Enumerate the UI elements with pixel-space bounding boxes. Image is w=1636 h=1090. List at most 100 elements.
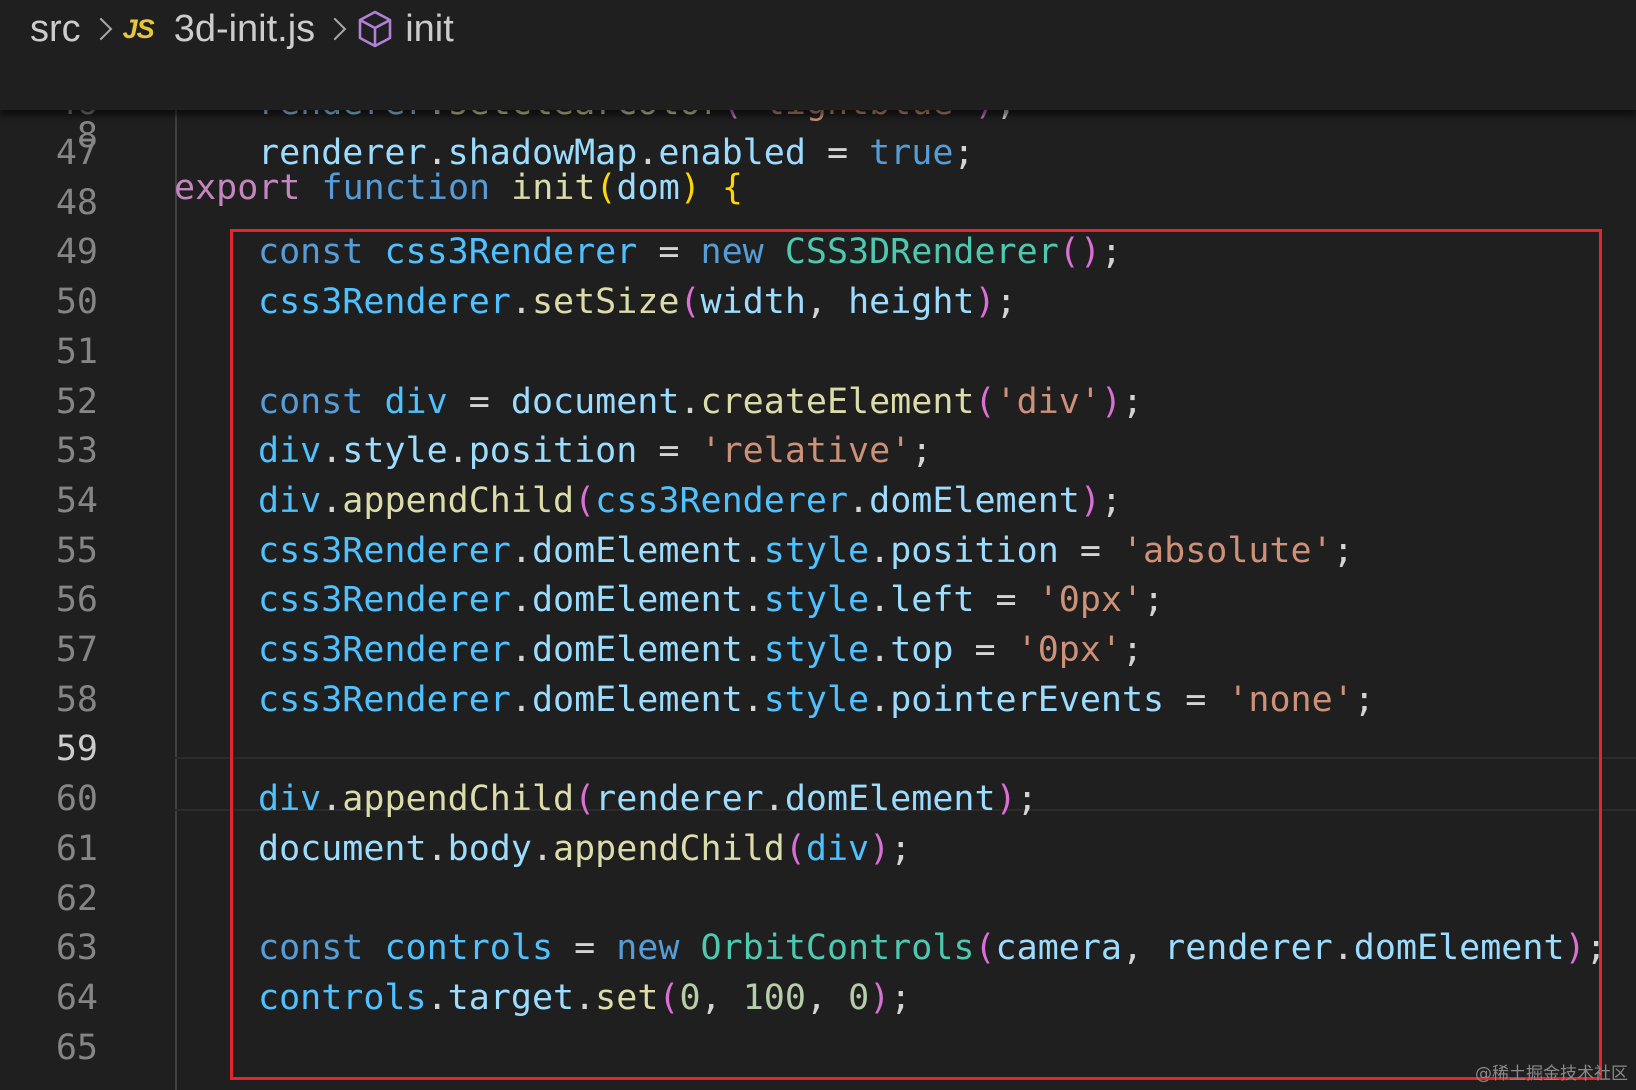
code-token: controls (384, 928, 554, 969)
code-line[interactable]: 60 div.appendChild(renderer.domElement); (0, 773, 1636, 825)
code-token: const (258, 381, 364, 422)
code-token: style (763, 679, 870, 720)
code-token: ) (1564, 928, 1586, 969)
code-token: position (890, 530, 1059, 571)
code-token: dom (616, 168, 680, 208)
code-token: style (763, 580, 870, 621)
code-token: position (468, 431, 638, 472)
code-token: = (953, 630, 1017, 670)
code-token: true (869, 133, 954, 173)
line-code: css3Renderer.domElement.style.top = '0px… (258, 624, 1143, 676)
code-token: left (890, 580, 975, 621)
code-line[interactable]: 59 (0, 723, 1636, 775)
code-token: ; (1353, 679, 1375, 720)
line-number: 65 (55, 1027, 98, 1068)
sticky-scroll-header[interactable]: 8 export function init(dom) { (0, 58, 1636, 208)
code-token: . (510, 580, 532, 621)
code-token: = (637, 232, 701, 273)
code-token: ( (784, 828, 806, 869)
code-token: ) (1100, 381, 1122, 422)
line-number: 57 (55, 630, 98, 670)
code-line[interactable]: 52 const div = document.createElement('di… (0, 376, 1636, 428)
code-token: ; (1143, 580, 1165, 621)
line-code: const controls = new OrbitControls(camer… (258, 922, 1607, 974)
code-line[interactable]: 64 controls.target.set(0, 100, 0); (0, 972, 1636, 1024)
code-line[interactable]: 57 css3Renderer.domElement.style.top = '0… (0, 624, 1636, 676)
code-token: ; (1016, 779, 1038, 820)
code-line[interactable]: 50 css3Renderer.setSize(width, height); (0, 276, 1636, 328)
code-token: ) (995, 779, 1017, 820)
code-line[interactable]: 56 css3Renderer.domElement.style.left = '… (0, 574, 1636, 626)
code-line[interactable]: 53 div.style.position = 'relative'; (0, 425, 1636, 477)
sticky-line[interactable]: 8 export function init(dom) { (0, 58, 1636, 208)
code-token: ( (574, 480, 596, 521)
line-number: 56 (55, 580, 98, 621)
code-token: style (763, 530, 870, 571)
line-number: 52 (55, 381, 98, 422)
code-token: width (700, 282, 806, 323)
breadcrumb-file-label: 3d-init.js (173, 7, 316, 50)
code-token: () (1058, 232, 1101, 273)
code-token: = (974, 580, 1038, 621)
breadcrumb: src JS 3d-init.js init (0, 0, 1636, 58)
code-token: ) (869, 977, 891, 1018)
code-line[interactable]: 49 const css3Renderer = new CSS3DRenderer… (0, 226, 1636, 278)
line-number: 8 (76, 116, 98, 156)
code-token: ) (1079, 480, 1101, 521)
code-token: css3Renderer (258, 530, 511, 571)
code-token: target (447, 977, 575, 1018)
javascript-file-icon: JS (122, 13, 155, 44)
line-number: 53 (55, 431, 98, 472)
code-line[interactable]: 63 const controls = new OrbitControls(cam… (0, 922, 1636, 974)
code-token: new (700, 232, 764, 273)
code-token: css3Renderer (384, 232, 638, 273)
code-token: domElement (869, 480, 1080, 521)
code-token: renderer (1164, 928, 1333, 969)
breadcrumb-folder[interactable]: src (30, 8, 81, 51)
code-token: set (595, 977, 659, 1018)
line-code: export function init(dom) { (174, 162, 743, 214)
line-number: 59 (55, 729, 98, 770)
line-code: controls.target.set(0, 100, 0); (258, 972, 911, 1024)
code-token: export (174, 168, 301, 208)
code-token: . (574, 977, 596, 1018)
code-token: ( (679, 282, 701, 323)
breadcrumb-file[interactable]: JS 3d-init.js (123, 8, 316, 51)
code-token: setSize (531, 282, 680, 323)
code-line[interactable]: 62 (0, 873, 1636, 925)
code-line[interactable]: 65 (0, 1022, 1636, 1074)
code-token: style (342, 431, 448, 472)
code-token: 'relative' (700, 431, 912, 472)
code-line[interactable]: 54 div.appendChild(css3Renderer.domElemen… (0, 475, 1636, 527)
code-token: ( (658, 977, 680, 1018)
code-token: controls (258, 977, 427, 1018)
code-token: ( (974, 928, 996, 969)
code-token: ; (953, 133, 975, 173)
code-token: domElement (531, 679, 743, 720)
code-token: , (700, 977, 743, 1018)
line-code: const css3Renderer = new CSS3DRenderer()… (258, 226, 1122, 278)
code-token: ; (1100, 232, 1122, 273)
code-token: . (426, 977, 448, 1018)
code-line[interactable]: 58 css3Renderer.domElement.style.pointerE… (0, 674, 1636, 726)
code-line[interactable]: 51 (0, 326, 1636, 378)
code-token: = (1164, 679, 1228, 720)
code-token: document (258, 828, 427, 869)
code-token: div (805, 828, 870, 869)
code-token: . (321, 779, 343, 820)
code-token: init (511, 168, 596, 208)
code-line[interactable]: 55 css3Renderer.domElement.style.position… (0, 525, 1636, 577)
breadcrumb-symbol[interactable]: init (357, 8, 454, 51)
code-token: . (742, 630, 764, 670)
code-token: pointerEvents (890, 679, 1165, 720)
code-token: domElement (531, 580, 743, 621)
line-number: 54 (55, 480, 98, 521)
code-token: appendChild (553, 828, 785, 869)
code-token: . (869, 530, 891, 571)
code-token: domElement (531, 630, 743, 670)
code-token: ; (1100, 480, 1122, 521)
code-line[interactable]: 61 document.body.appendChild(div); (0, 823, 1636, 875)
